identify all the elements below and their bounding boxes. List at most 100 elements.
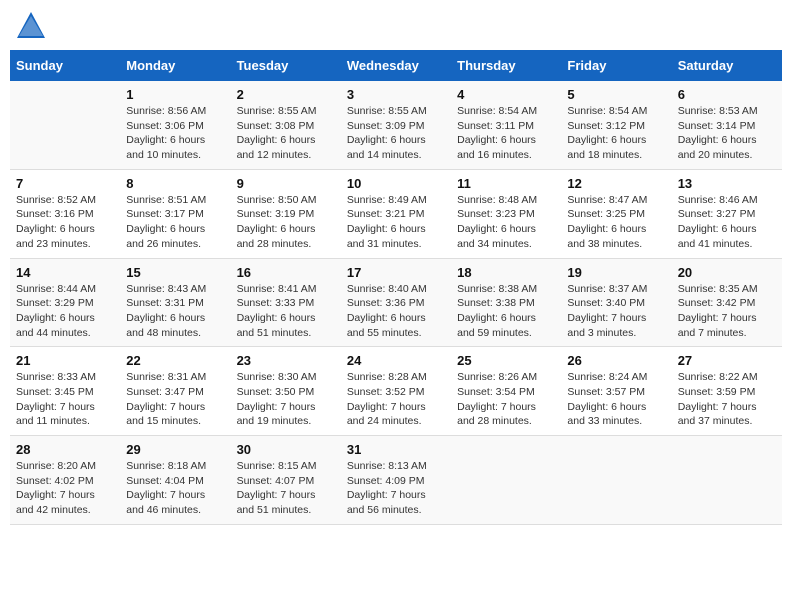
day-number: 12 [567, 176, 665, 191]
day-info: Sunrise: 8:13 AM Sunset: 4:09 PM Dayligh… [347, 459, 445, 518]
day-info: Sunrise: 8:20 AM Sunset: 4:02 PM Dayligh… [16, 459, 114, 518]
day-info: Sunrise: 8:54 AM Sunset: 3:11 PM Dayligh… [457, 104, 555, 163]
weekday-header-row: SundayMondayTuesdayWednesdayThursdayFrid… [10, 50, 782, 81]
day-number: 24 [347, 353, 445, 368]
week-row-2: 14 Sunrise: 8:44 AM Sunset: 3:29 PM Dayli… [10, 258, 782, 347]
weekday-header-saturday: Saturday [672, 50, 782, 81]
calendar-cell: 29 Sunrise: 8:18 AM Sunset: 4:04 PM Dayli… [120, 436, 230, 525]
calendar-cell: 27 Sunrise: 8:22 AM Sunset: 3:59 PM Dayli… [672, 347, 782, 436]
calendar-cell: 11 Sunrise: 8:48 AM Sunset: 3:23 PM Dayli… [451, 169, 561, 258]
calendar-table: SundayMondayTuesdayWednesdayThursdayFrid… [10, 50, 782, 525]
day-info: Sunrise: 8:51 AM Sunset: 3:17 PM Dayligh… [126, 193, 224, 252]
weekday-header-monday: Monday [120, 50, 230, 81]
calendar-cell: 8 Sunrise: 8:51 AM Sunset: 3:17 PM Daylig… [120, 169, 230, 258]
calendar-cell: 26 Sunrise: 8:24 AM Sunset: 3:57 PM Dayli… [561, 347, 671, 436]
day-info: Sunrise: 8:55 AM Sunset: 3:09 PM Dayligh… [347, 104, 445, 163]
day-number: 29 [126, 442, 224, 457]
day-number: 25 [457, 353, 555, 368]
calendar-cell: 10 Sunrise: 8:49 AM Sunset: 3:21 PM Dayli… [341, 169, 451, 258]
calendar-cell: 30Sunrise: 8:15 AM Sunset: 4:07 PM Dayli… [231, 436, 341, 525]
day-info: Sunrise: 8:22 AM Sunset: 3:59 PM Dayligh… [678, 370, 776, 429]
day-info: Sunrise: 8:41 AM Sunset: 3:33 PM Dayligh… [237, 282, 335, 341]
week-row-0: 1Sunrise: 8:56 AM Sunset: 3:06 PM Daylig… [10, 81, 782, 169]
week-row-4: 28 Sunrise: 8:20 AM Sunset: 4:02 PM Dayli… [10, 436, 782, 525]
day-number: 11 [457, 176, 555, 191]
logo [15, 10, 51, 42]
day-info: Sunrise: 8:43 AM Sunset: 3:31 PM Dayligh… [126, 282, 224, 341]
day-number: 7 [16, 176, 114, 191]
calendar-cell [451, 436, 561, 525]
day-number: 14 [16, 265, 114, 280]
day-number: 23 [237, 353, 335, 368]
calendar-cell: 6 Sunrise: 8:53 AM Sunset: 3:14 PM Daylig… [672, 81, 782, 169]
day-number: 13 [678, 176, 776, 191]
day-number: 28 [16, 442, 114, 457]
day-info: Sunrise: 8:55 AM Sunset: 3:08 PM Dayligh… [237, 104, 335, 163]
day-number: 27 [678, 353, 776, 368]
weekday-header-tuesday: Tuesday [231, 50, 341, 81]
calendar-cell: 4 Sunrise: 8:54 AM Sunset: 3:11 PM Daylig… [451, 81, 561, 169]
calendar-cell [672, 436, 782, 525]
day-info: Sunrise: 8:48 AM Sunset: 3:23 PM Dayligh… [457, 193, 555, 252]
calendar-cell: 5Sunrise: 8:54 AM Sunset: 3:12 PM Daylig… [561, 81, 671, 169]
calendar-cell: 24 Sunrise: 8:28 AM Sunset: 3:52 PM Dayli… [341, 347, 451, 436]
day-number: 1 [126, 87, 224, 102]
day-number: 19 [567, 265, 665, 280]
calendar-cell: 13 Sunrise: 8:46 AM Sunset: 3:27 PM Dayli… [672, 169, 782, 258]
calendar-cell: 31 Sunrise: 8:13 AM Sunset: 4:09 PM Dayli… [341, 436, 451, 525]
calendar-cell: 9Sunrise: 8:50 AM Sunset: 3:19 PM Daylig… [231, 169, 341, 258]
day-info: Sunrise: 8:47 AM Sunset: 3:25 PM Dayligh… [567, 193, 665, 252]
calendar-cell: 22 Sunrise: 8:31 AM Sunset: 3:47 PM Dayli… [120, 347, 230, 436]
calendar-cell: 18Sunrise: 8:38 AM Sunset: 3:38 PM Dayli… [451, 258, 561, 347]
day-number: 5 [567, 87, 665, 102]
day-number: 22 [126, 353, 224, 368]
day-info: Sunrise: 8:31 AM Sunset: 3:47 PM Dayligh… [126, 370, 224, 429]
day-number: 31 [347, 442, 445, 457]
day-number: 20 [678, 265, 776, 280]
weekday-header-friday: Friday [561, 50, 671, 81]
day-info: Sunrise: 8:24 AM Sunset: 3:57 PM Dayligh… [567, 370, 665, 429]
calendar-cell: 15Sunrise: 8:43 AM Sunset: 3:31 PM Dayli… [120, 258, 230, 347]
calendar-cell: 7Sunrise: 8:52 AM Sunset: 3:16 PM Daylig… [10, 169, 120, 258]
day-info: Sunrise: 8:30 AM Sunset: 3:50 PM Dayligh… [237, 370, 335, 429]
calendar-cell: 16 Sunrise: 8:41 AM Sunset: 3:33 PM Dayli… [231, 258, 341, 347]
day-number: 17 [347, 265, 445, 280]
day-number: 26 [567, 353, 665, 368]
day-info: Sunrise: 8:53 AM Sunset: 3:14 PM Dayligh… [678, 104, 776, 163]
header [10, 10, 782, 42]
day-number: 3 [347, 87, 445, 102]
calendar-cell: 23 Sunrise: 8:30 AM Sunset: 3:50 PM Dayli… [231, 347, 341, 436]
day-info: Sunrise: 8:44 AM Sunset: 3:29 PM Dayligh… [16, 282, 114, 341]
day-number: 8 [126, 176, 224, 191]
day-info: Sunrise: 8:49 AM Sunset: 3:21 PM Dayligh… [347, 193, 445, 252]
calendar-cell: 14 Sunrise: 8:44 AM Sunset: 3:29 PM Dayli… [10, 258, 120, 347]
day-info: Sunrise: 8:33 AM Sunset: 3:45 PM Dayligh… [16, 370, 114, 429]
calendar-cell: 20 Sunrise: 8:35 AM Sunset: 3:42 PM Dayli… [672, 258, 782, 347]
calendar-cell [10, 81, 120, 169]
day-number: 6 [678, 87, 776, 102]
day-number: 10 [347, 176, 445, 191]
day-info: Sunrise: 8:26 AM Sunset: 3:54 PM Dayligh… [457, 370, 555, 429]
day-number: 4 [457, 87, 555, 102]
calendar-cell: 2Sunrise: 8:55 AM Sunset: 3:08 PM Daylig… [231, 81, 341, 169]
week-row-1: 7Sunrise: 8:52 AM Sunset: 3:16 PM Daylig… [10, 169, 782, 258]
day-number: 21 [16, 353, 114, 368]
day-info: Sunrise: 8:46 AM Sunset: 3:27 PM Dayligh… [678, 193, 776, 252]
calendar-cell [561, 436, 671, 525]
calendar-cell: 25 Sunrise: 8:26 AM Sunset: 3:54 PM Dayli… [451, 347, 561, 436]
calendar-cell: 12 Sunrise: 8:47 AM Sunset: 3:25 PM Dayli… [561, 169, 671, 258]
calendar-cell: 19 Sunrise: 8:37 AM Sunset: 3:40 PM Dayli… [561, 258, 671, 347]
day-info: Sunrise: 8:15 AM Sunset: 4:07 PM Dayligh… [237, 459, 335, 518]
day-info: Sunrise: 8:50 AM Sunset: 3:19 PM Dayligh… [237, 193, 335, 252]
day-info: Sunrise: 8:18 AM Sunset: 4:04 PM Dayligh… [126, 459, 224, 518]
calendar-cell: 17Sunrise: 8:40 AM Sunset: 3:36 PM Dayli… [341, 258, 451, 347]
logo-icon [15, 10, 47, 42]
day-info: Sunrise: 8:37 AM Sunset: 3:40 PM Dayligh… [567, 282, 665, 341]
day-info: Sunrise: 8:35 AM Sunset: 3:42 PM Dayligh… [678, 282, 776, 341]
day-info: Sunrise: 8:28 AM Sunset: 3:52 PM Dayligh… [347, 370, 445, 429]
calendar-cell: 3 Sunrise: 8:55 AM Sunset: 3:09 PM Daylig… [341, 81, 451, 169]
week-row-3: 21 Sunrise: 8:33 AM Sunset: 3:45 PM Dayli… [10, 347, 782, 436]
day-info: Sunrise: 8:38 AM Sunset: 3:38 PM Dayligh… [457, 282, 555, 341]
weekday-header-wednesday: Wednesday [341, 50, 451, 81]
day-number: 16 [237, 265, 335, 280]
